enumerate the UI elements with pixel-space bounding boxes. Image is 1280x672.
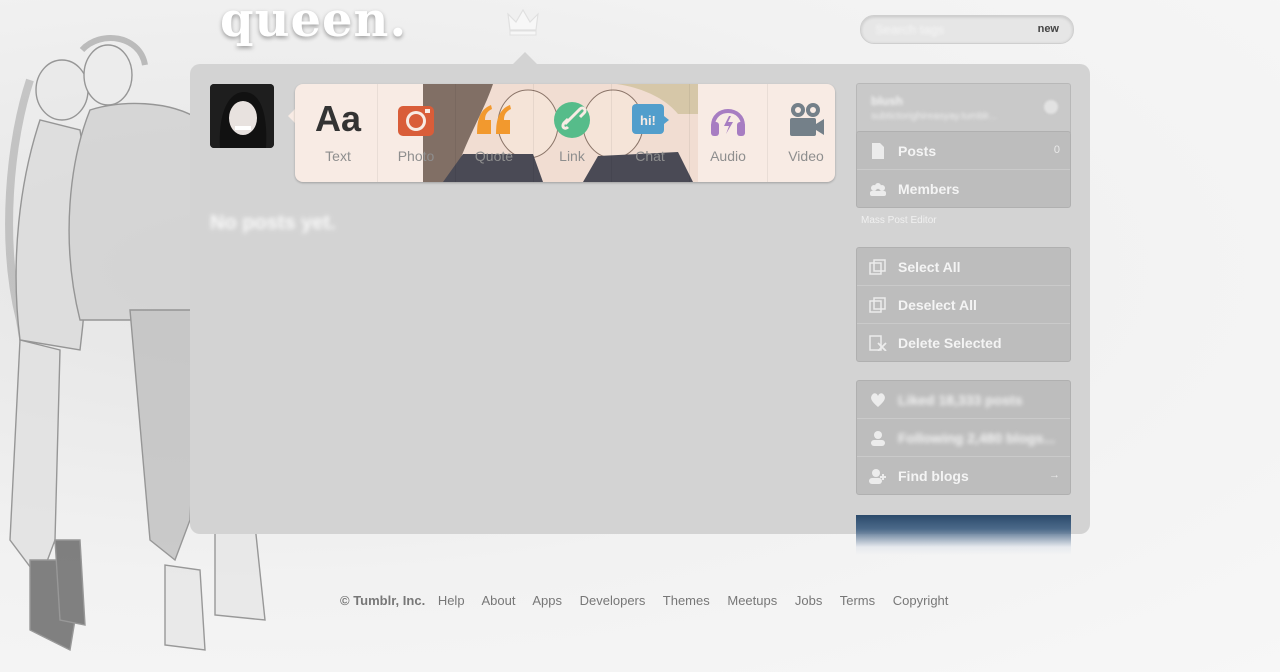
text-icon: Aa	[314, 98, 362, 139]
post-video-button[interactable]: Video	[767, 84, 835, 182]
deselect-all-button[interactable]: Deselect All	[857, 285, 1070, 323]
footer-link-themes[interactable]: Themes	[663, 593, 710, 608]
crown-icon[interactable]	[504, 4, 542, 42]
post-chat-label: Chat	[635, 148, 665, 164]
footer-link-copyright[interactable]: Copyright	[893, 593, 949, 608]
search-input[interactable]: Search tags	[875, 22, 944, 37]
sidebar-item-label: Posts	[898, 143, 937, 159]
post-quote-button[interactable]: Quote	[455, 84, 534, 182]
post-quote-label: Quote	[474, 148, 514, 164]
chevron-right-icon: →	[1049, 469, 1060, 481]
delete-selected-button[interactable]: Delete Selected	[857, 323, 1070, 361]
chat-icon: hi!	[632, 104, 669, 134]
svg-text:hi!: hi!	[640, 113, 656, 128]
tag-search-box[interactable]: Search tags new	[860, 15, 1074, 44]
document-icon	[872, 143, 884, 159]
footer-link-meetups[interactable]: Meetups	[727, 593, 777, 608]
select-all-icon	[869, 259, 886, 275]
avatar-pointer	[288, 109, 295, 123]
deselect-all-label: Deselect All	[898, 297, 977, 313]
blog-url: subtictorighireasyay.tumblr...	[871, 111, 997, 122]
empty-posts-message: No posts yet.	[210, 212, 336, 234]
post-photo-button[interactable]: Photo	[377, 84, 456, 182]
footer: © Tumblr, Inc. Help About Apps Developer…	[340, 593, 962, 608]
account-group: Liked 18,333 posts Following 2,480 blogs…	[856, 380, 1071, 495]
post-text-button[interactable]: Aa Text	[299, 84, 378, 182]
delete-selected-icon	[869, 335, 887, 351]
blog-nav-group: Posts 0 Members	[856, 131, 1071, 208]
heart-icon	[871, 393, 885, 407]
new-button[interactable]: new	[1038, 23, 1059, 35]
panel-notch	[513, 52, 537, 64]
post-chat-button[interactable]: hi! Chat	[611, 84, 690, 182]
link-icon	[554, 102, 590, 138]
post-audio-button[interactable]: Audio	[689, 84, 768, 182]
following-label: Following 2,480 blogs...	[898, 430, 1056, 446]
posts-count: 0	[1053, 144, 1060, 156]
select-all-label: Select All	[898, 259, 961, 275]
footer-link-apps[interactable]: Apps	[532, 593, 562, 608]
sidebar-item-following[interactable]: Following 2,480 blogs...	[857, 418, 1070, 456]
sidebar-item-posts[interactable]: Posts 0	[857, 132, 1070, 169]
add-person-icon	[869, 469, 886, 484]
person-icon	[871, 431, 885, 446]
members-icon	[870, 183, 886, 196]
select-all-button[interactable]: Select All	[857, 248, 1070, 285]
headphones-icon	[711, 109, 745, 136]
sidebar-item-members[interactable]: Members	[857, 169, 1070, 207]
delete-selected-label: Delete Selected	[898, 335, 1002, 351]
post-audio-label: Audio	[710, 148, 746, 164]
sidebar-item-find-blogs[interactable]: Find blogs →	[857, 456, 1070, 494]
close-icon[interactable]	[1044, 100, 1058, 114]
blog-logo[interactable]: queen.	[220, 0, 407, 48]
blog-switcher[interactable]: blush subtictorighireasyay.tumblr...	[856, 83, 1071, 133]
avatar-image	[210, 84, 274, 148]
video-camera-icon	[790, 103, 824, 136]
sidebar-item-likes[interactable]: Liked 18,333 posts	[857, 381, 1070, 418]
footer-link-jobs[interactable]: Jobs	[795, 593, 822, 608]
mass-post-editor-label[interactable]: Mass Post Editor	[861, 215, 937, 226]
post-link-label: Link	[559, 148, 585, 164]
footer-link-terms[interactable]: Terms	[840, 593, 875, 608]
post-type-bar: Aa Text Photo Quote Link hi! Chat Audio …	[295, 84, 835, 182]
post-text-label: Text	[325, 148, 351, 164]
footer-link-help[interactable]: Help	[438, 593, 465, 608]
avatar[interactable]	[210, 84, 274, 148]
dashboard-strip	[856, 515, 1071, 555]
post-link-button[interactable]: Link	[533, 84, 612, 182]
footer-copyright: © Tumblr, Inc.	[340, 593, 426, 608]
quote-icon	[477, 105, 511, 134]
sidebar-item-label: Members	[898, 181, 960, 197]
deselect-all-icon	[869, 297, 886, 313]
footer-link-about[interactable]: About	[481, 593, 515, 608]
post-video-label: Video	[788, 148, 824, 164]
post-photo-label: Photo	[397, 148, 435, 164]
likes-label: Liked 18,333 posts	[898, 392, 1023, 408]
footer-link-developers[interactable]: Developers	[580, 593, 646, 608]
find-blogs-label: Find blogs	[898, 468, 969, 484]
camera-icon	[398, 106, 434, 136]
blog-name: blush	[871, 94, 903, 108]
mass-editor-group: Select All Deselect All Delete Selected	[856, 247, 1071, 362]
